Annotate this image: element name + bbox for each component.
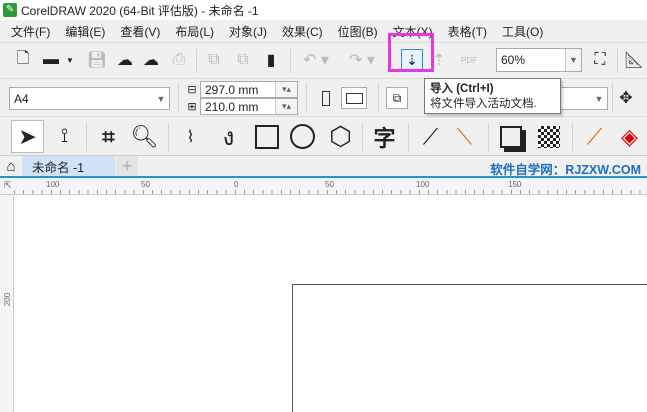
ruler-label: 0 <box>234 180 239 189</box>
coreldraw-logo-icon: ✎ <box>3 3 17 17</box>
cloud-download-icon[interactable]: ☁ <box>114 49 136 71</box>
home-icon[interactable]: ⌂ <box>2 157 20 175</box>
text-tool-icon[interactable]: 字 <box>368 120 401 153</box>
menu-file[interactable]: 文件(F) <box>3 23 57 40</box>
shape-tool-icon[interactable]: ⟟ <box>48 120 81 153</box>
menu-table[interactable]: 表格(T) <box>440 23 494 40</box>
transparency-icon[interactable] <box>532 120 565 153</box>
watermark-text: 软件自学网：RJZXW.COM <box>490 163 641 177</box>
open-folder-icon[interactable]: ▬ <box>40 49 62 71</box>
drop-shadow-icon[interactable] <box>494 120 527 153</box>
menu-effects[interactable]: 效果(C) <box>274 23 330 40</box>
options-icon[interactable]: 📐︎ <box>623 49 645 71</box>
portrait-icon[interactable] <box>316 87 336 109</box>
publish-pdf-icon[interactable]: PDF <box>455 49 483 71</box>
artistic-media-icon[interactable]: ง <box>212 120 245 153</box>
tooltip-description: 将文件导入活动文档. <box>430 98 537 110</box>
redo-icon[interactable]: ↷ ▾ <box>344 49 380 71</box>
menu-bitmaps[interactable]: 位图(B) <box>330 23 385 40</box>
polygon-tool-icon[interactable]: ⬡ <box>324 120 357 153</box>
zoom-level-combo[interactable]: 60% ▼ <box>496 48 582 72</box>
document-tabs: ⌂ 未命名 -1 + 软件自学网：RJZXW.COM <box>0 156 647 178</box>
menu-view[interactable]: 查看(V) <box>112 23 167 40</box>
crop-tool-icon[interactable]: ⌗ <box>92 120 125 153</box>
page-size-combo[interactable]: A4 ▼ <box>9 87 170 110</box>
interactive-fill-icon[interactable]: ◈ <box>613 120 646 153</box>
menu-edit[interactable]: 编辑(E) <box>57 23 112 40</box>
print-icon[interactable]: ⎙ <box>168 49 190 71</box>
ruler-label: 100 <box>416 180 430 189</box>
ruler-label: 100 <box>46 180 60 189</box>
ruler-label: 50 <box>141 180 150 189</box>
standard-toolbar: 🗋 ▬ ▼ 💾︎ ☁ ☁ ⎙ ⧉ ⧉ ▮ ↶ ▾ ↷ ▾ ⇣ ⇡ PDF 60%… <box>0 42 647 78</box>
pick-tool-icon[interactable]: ➤ <box>11 120 44 153</box>
page-height-input[interactable]: 210.0 mm ▾▴ <box>200 98 298 115</box>
page-width-icon: ⊟ <box>187 83 197 96</box>
horizontal-ruler[interactable]: ⇱ 100 50 0 50 100 150 <box>0 178 647 195</box>
open-dropdown-icon[interactable]: ▼ <box>64 49 76 71</box>
menu-tools[interactable]: 工具(O) <box>494 23 550 40</box>
landscape-icon[interactable] <box>341 87 367 109</box>
page-height-value: 210.0 mm <box>205 99 259 114</box>
nudge-icon[interactable]: ✥ <box>617 87 635 109</box>
menu-object[interactable]: 对象(J) <box>221 23 274 40</box>
eyedropper-icon[interactable]: ⟋ <box>578 120 611 153</box>
connector-tool-icon[interactable]: ⟍ <box>448 120 481 153</box>
add-tab-button[interactable]: + <box>116 156 138 176</box>
window-title: CorelDRAW 2020 (64-Bit 评估版) - 未命名 -1 <box>21 3 259 18</box>
toolbox: ➤ ⟟ ⌗ 🔍︎ ⌇ ง ⬡ 字 ⟋ ⟍ ⟋ ◈ <box>0 116 647 156</box>
ruler-label: 200 <box>3 292 13 307</box>
freehand-tool-icon[interactable]: ⌇ <box>174 120 207 153</box>
import-tooltip: 导入 (Ctrl+I) 将文件导入活动文档. <box>424 78 561 114</box>
zoom-tool-icon[interactable]: 🔍︎ <box>128 120 161 153</box>
tab-untitled-1[interactable]: 未命名 -1 <box>22 156 115 176</box>
cloud-upload-icon[interactable]: ☁ <box>140 49 162 71</box>
title-bar: ✎ CorelDRAW 2020 (64-Bit 评估版) - 未命名 -1 <box>0 0 647 20</box>
page-height-icon: ⊞ <box>187 100 197 113</box>
menu-bar: 文件(F) 编辑(E) 查看(V) 布局(L) 对象(J) 效果(C) 位图(B… <box>0 20 647 42</box>
chevron-down-icon[interactable]: ▼ <box>565 49 581 71</box>
page-width-value: 297.0 mm <box>205 82 259 97</box>
ellipse-tool-icon[interactable] <box>286 120 319 153</box>
all-pages-icon[interactable]: ⧉ <box>386 87 408 109</box>
cut-icon[interactable]: ⧉ <box>203 49 225 71</box>
ruler-origin-icon[interactable]: ⇱ <box>4 180 12 191</box>
zoom-level-value: 60% <box>501 53 526 67</box>
width-spinner[interactable]: ▾▴ <box>275 82 297 97</box>
tab-label: 未命名 -1 <box>32 160 85 175</box>
new-document-icon[interactable]: 🗋 <box>12 49 34 71</box>
chevron-down-icon[interactable]: ▼ <box>153 88 169 109</box>
paste-icon[interactable]: ▮ <box>260 49 282 71</box>
height-spinner[interactable]: ▾▴ <box>275 99 297 114</box>
rectangle-tool-icon[interactable] <box>250 120 283 153</box>
import-highlight-box <box>388 33 434 72</box>
save-icon[interactable]: 💾︎ <box>86 49 108 71</box>
pdf-label: PDF <box>461 55 477 65</box>
page-border <box>292 284 647 412</box>
page-size-value: A4 <box>14 91 29 106</box>
tooltip-title: 导入 (Ctrl+I) <box>430 83 494 95</box>
chevron-down-icon[interactable]: ▼ <box>591 88 607 109</box>
menu-layout[interactable]: 布局(L) <box>167 23 221 40</box>
vertical-ruler[interactable]: 200 <box>0 195 14 412</box>
copy-icon[interactable]: ⧉ <box>232 49 254 71</box>
page-width-input[interactable]: 297.0 mm ▾▴ <box>200 81 298 98</box>
ruler-label: 50 <box>325 180 334 189</box>
full-screen-icon[interactable]: ⛶ <box>589 49 611 71</box>
dimension-tool-icon[interactable]: ⟋ <box>414 120 447 153</box>
undo-icon[interactable]: ↶ ▾ <box>298 49 334 71</box>
ruler-label: 150 <box>508 180 522 189</box>
add-tab-label: + <box>121 155 133 176</box>
